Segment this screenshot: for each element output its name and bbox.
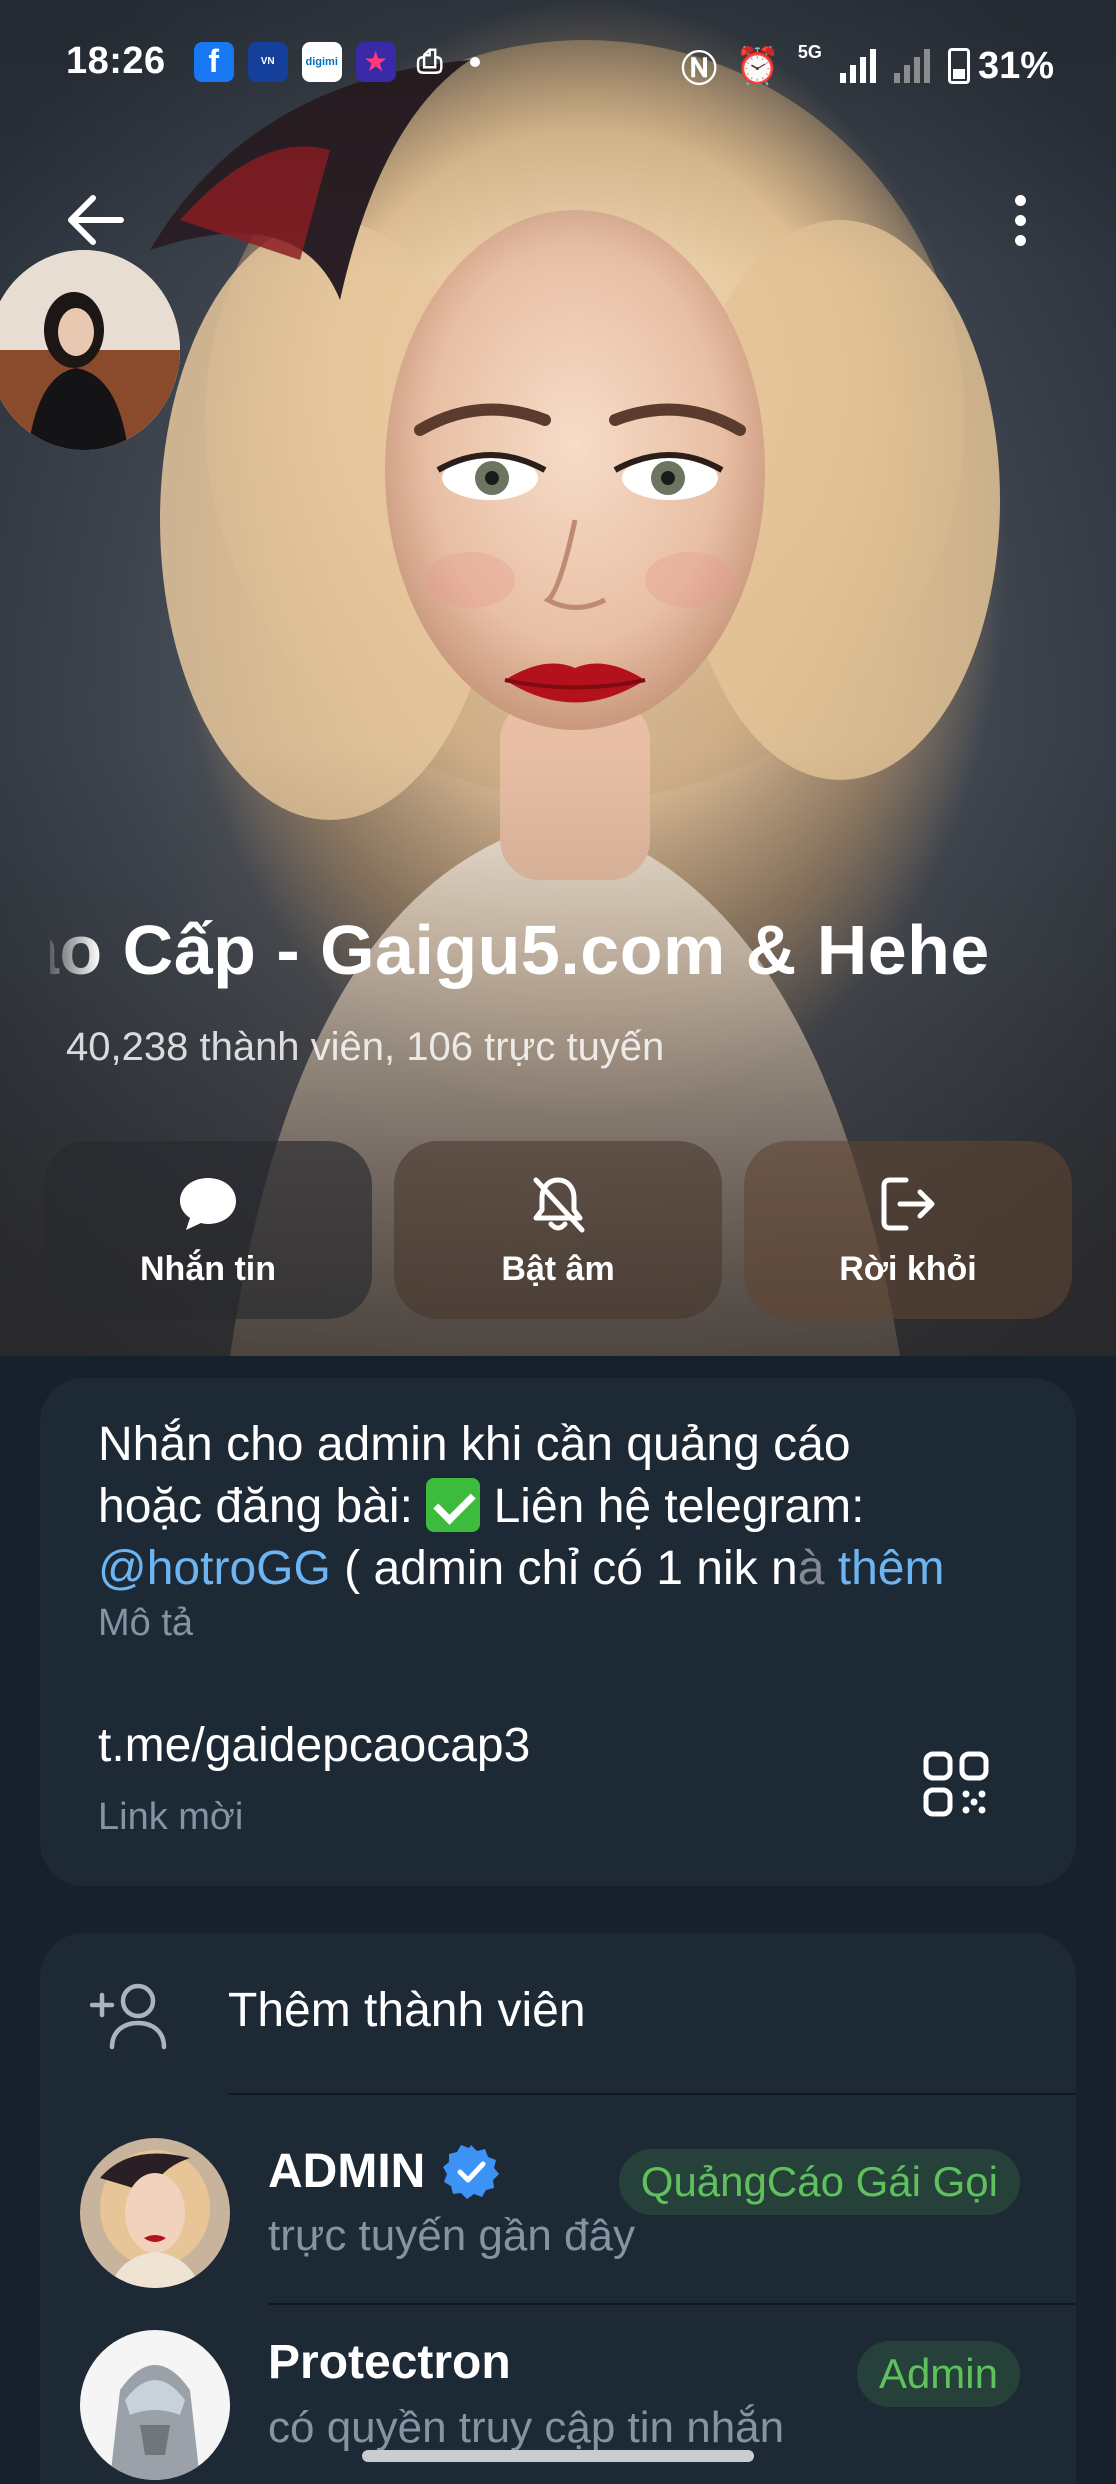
status-bar: 18:26 f VN digimi ★ ⎙ Ⓝ ⏰ 5G 31% — [0, 0, 1116, 130]
nfc-icon: Ⓝ — [681, 48, 718, 89]
leave-label: Rời khỏi — [839, 1249, 977, 1288]
news-app-icon: VN — [247, 41, 288, 82]
chat-title: ao Cấp - Gaigu5.com & Hehe — [50, 911, 990, 989]
leave-icon — [881, 1177, 935, 1230]
chat-bubble-icon — [180, 1177, 236, 1230]
bell-off-icon — [533, 1177, 585, 1232]
digimi-icon: digimi — [301, 41, 342, 82]
signal-icon — [839, 49, 876, 83]
invite-link[interactable]: t.me/gaidepcaocap3 — [98, 1718, 530, 1773]
avatar — [80, 2138, 230, 2288]
message-button[interactable]: Nhắn tin — [44, 1141, 372, 1319]
member-name: ADMIN — [268, 2143, 500, 2199]
divider — [228, 2093, 1076, 2095]
star-app-icon: ★ — [355, 41, 396, 82]
member-count: 40,238 thành viên, 106 trực tuyến — [66, 1025, 665, 1069]
more-options-button[interactable] — [1000, 185, 1040, 255]
facebook-icon: f — [193, 41, 234, 82]
home-indicator[interactable] — [362, 2450, 754, 2462]
signal-sim2-icon — [893, 49, 930, 83]
member-status: trực tuyến gần đây — [268, 2211, 635, 2260]
add-member-row[interactable]: Thêm thành viên — [40, 1933, 1076, 2093]
member-name: Protectron — [268, 2336, 511, 2389]
check-mark-icon — [426, 1478, 481, 1532]
action-buttons: Nhắn tin Bật âm Rời khỏi — [44, 1141, 1072, 1319]
message-label: Nhắn tin — [140, 1249, 276, 1288]
back-button[interactable] — [60, 185, 130, 255]
member-status: có quyền truy cập tin nhắn — [268, 2403, 785, 2452]
member-role-badge: Admin — [856, 2341, 1020, 2407]
arrow-left-icon — [68, 195, 124, 245]
more-vertical-icon — [1014, 194, 1026, 206]
invite-link-label: Link mời — [98, 1796, 244, 1838]
more-notifications-dot — [469, 56, 480, 67]
unmute-label: Bật âm — [501, 1249, 615, 1288]
add-user-icon — [90, 1983, 167, 2050]
show-more-link[interactable]: thêm — [838, 1542, 945, 1595]
battery-icon: 31% — [947, 44, 1054, 88]
member-role-badge: QuảngCáo Gái Gọi — [618, 2149, 1020, 2215]
description-text[interactable]: Nhắn cho admin khi cần quảng cáo hoặc đă… — [98, 1414, 1058, 1600]
qr-code-icon[interactable] — [922, 1750, 990, 1818]
verified-badge-icon — [443, 2145, 500, 2199]
members-card: Thêm thành viên ADMIN trực tuyến gần đây… — [40, 1933, 1076, 2484]
printer-app-icon: ⎙ — [416, 42, 443, 79]
clock: 18:26 — [66, 40, 166, 82]
leave-button[interactable]: Rời khỏi — [744, 1141, 1072, 1319]
avatar — [80, 2330, 230, 2480]
battery-level: 31% — [977, 44, 1054, 87]
add-member-label: Thêm thành viên — [228, 1984, 586, 2037]
member-row[interactable]: ADMIN trực tuyến gần đây QuảngCáo Gái Gọ… — [40, 2113, 1076, 2303]
network-type: 5G — [797, 42, 822, 62]
alarm-icon: ⏰ — [735, 45, 780, 86]
mention-link[interactable]: @hotroGG — [98, 1542, 331, 1595]
info-card: Nhắn cho admin khi cần quảng cáo hoặc đă… — [40, 1378, 1076, 1886]
unmute-button[interactable]: Bật âm — [394, 1141, 722, 1319]
description-label: Mô tả — [98, 1602, 194, 1644]
